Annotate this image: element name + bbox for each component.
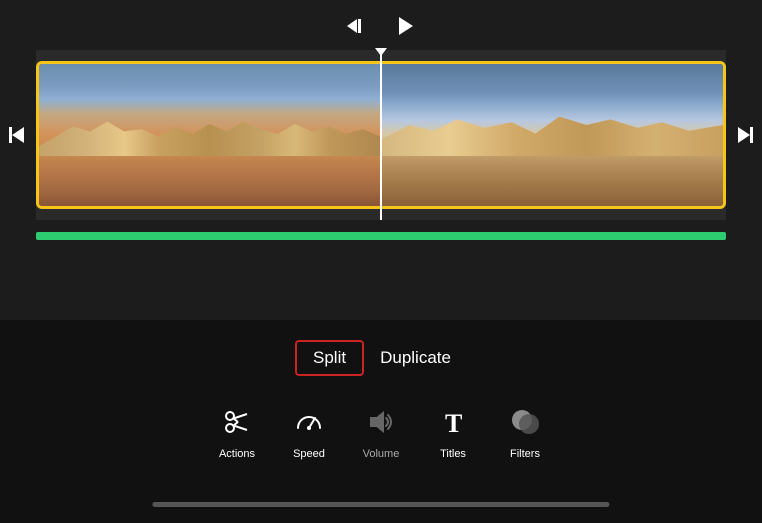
bottom-progress-bar	[152, 502, 609, 507]
tool-filters[interactable]: Filters	[503, 400, 547, 460]
speed-label: Speed	[293, 448, 325, 460]
split-button[interactable]: Split	[295, 340, 364, 376]
audio-track-bar	[36, 232, 726, 240]
empty-timeline-area	[0, 252, 762, 302]
filter-circles-icon	[503, 400, 547, 444]
tools-row: Actions Speed Volume	[215, 392, 547, 468]
track-arrow-left[interactable]	[0, 50, 36, 220]
duplicate-button[interactable]: Duplicate	[364, 342, 467, 374]
tool-volume[interactable]: Volume	[359, 400, 403, 460]
video-track-container	[0, 50, 762, 220]
volume-label: Volume	[363, 448, 400, 460]
play-button[interactable]	[389, 10, 421, 42]
tool-speed[interactable]: Speed	[287, 400, 331, 460]
rewind-button[interactable]	[341, 10, 373, 42]
gauge-icon	[287, 400, 331, 444]
audio-track-area	[0, 220, 762, 252]
split-duplicate-row: Split Duplicate	[295, 320, 467, 392]
svg-text:T: T	[445, 409, 462, 438]
playback-controls	[0, 0, 762, 50]
titles-label: Titles	[440, 448, 466, 460]
playhead	[380, 50, 382, 220]
scissors-icon	[215, 400, 259, 444]
actions-label: Actions	[219, 448, 255, 460]
filters-label: Filters	[510, 448, 540, 460]
track-arrow-right[interactable]	[726, 50, 762, 220]
text-icon: T	[431, 400, 475, 444]
speaker-icon	[359, 400, 403, 444]
video-segment-right[interactable]	[380, 64, 723, 206]
tool-titles[interactable]: T Titles	[431, 400, 475, 460]
timeline-area	[0, 0, 762, 320]
tool-actions[interactable]: Actions	[215, 400, 259, 460]
video-segment-left[interactable]	[39, 64, 380, 206]
toolbar-area: Split Duplicate Actions	[0, 320, 762, 523]
